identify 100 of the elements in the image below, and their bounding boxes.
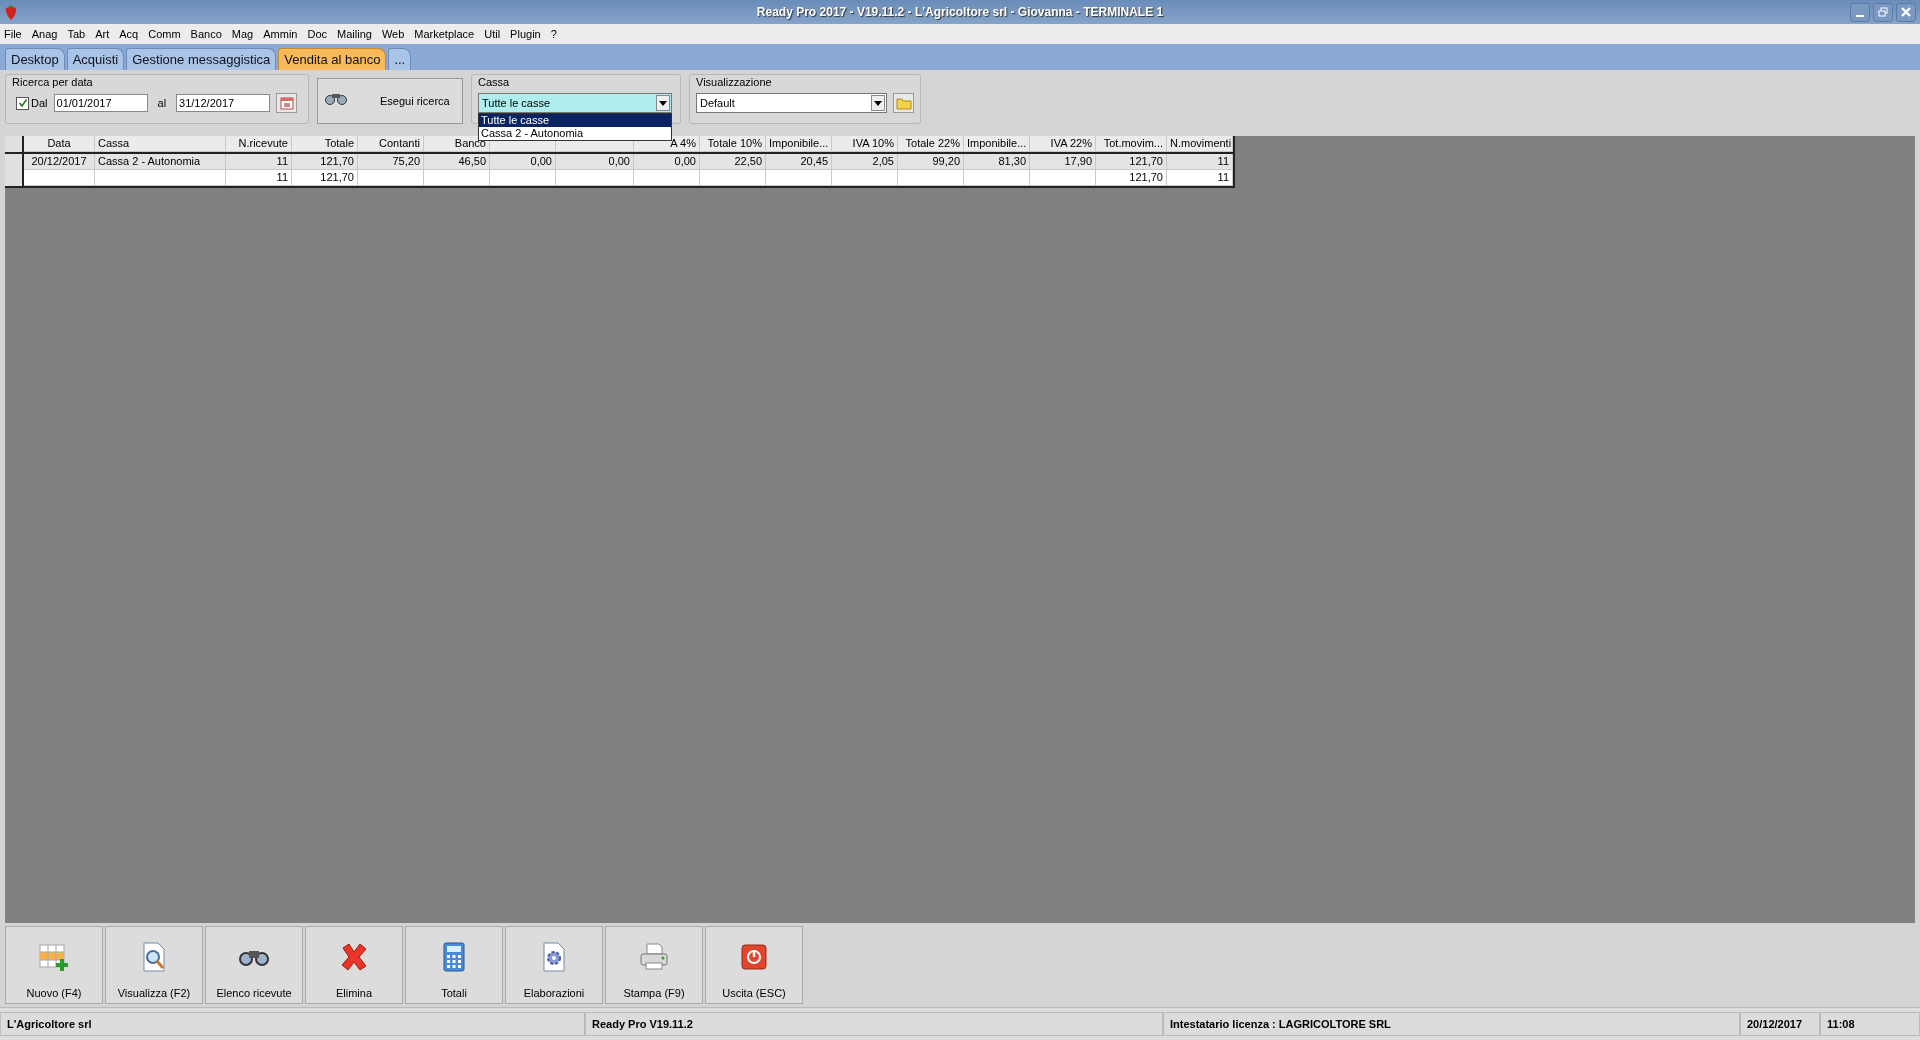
column-header[interactable]: Totale 22% <box>898 136 964 152</box>
minimize-button[interactable] <box>1850 2 1870 22</box>
menu-item[interactable]: Mag <box>231 28 254 40</box>
toolbar-button[interactable]: Stampa (F9) <box>605 926 703 1004</box>
table-cell: 121,70 <box>1129 155 1163 167</box>
row-header-cell[interactable] <box>5 170 24 186</box>
table-cell: 11 <box>276 171 288 183</box>
table-cell: 22,50 <box>734 155 762 167</box>
table-cell: 20,45 <box>800 155 828 167</box>
restore-icon <box>1877 6 1889 18</box>
minimize-icon <box>1856 15 1864 17</box>
table-cell: 0,00 <box>530 155 552 167</box>
status-text: 20/12/2017 <box>1747 1018 1803 1030</box>
column-header[interactable]: Totale <box>292 136 358 152</box>
menu-item[interactable]: File <box>4 28 22 40</box>
tab[interactable]: Desktop <box>5 48 65 70</box>
column-header[interactable]: Cassa <box>95 136 226 152</box>
table-cell: 11 <box>1217 171 1229 183</box>
menu-item[interactable]: Tab <box>67 28 86 40</box>
table-cell: 81,30 <box>998 155 1026 167</box>
column-header[interactable]: Data <box>24 136 95 152</box>
table-cell: 0,00 <box>608 155 630 167</box>
menu-item[interactable]: ? <box>550 28 557 40</box>
tab[interactable]: Acquisti <box>66 48 125 70</box>
table-cell: 11 <box>276 155 288 167</box>
view-dropdown[interactable]: Default <box>696 93 888 113</box>
group-title: Cassa <box>478 76 510 88</box>
table-cell: 75,20 <box>392 155 420 167</box>
grid-plus-icon <box>38 941 70 973</box>
from-label: Dal <box>31 97 48 109</box>
to-date-field[interactable]: 31/12/2017 <box>176 94 271 112</box>
window-title: Ready Pro 2017 - V19.11.2 - L'Agricoltore srl - Giovanna - TERMINALE 1 <box>755 5 1165 19</box>
column-header[interactable]: N.movimenti <box>1167 136 1233 152</box>
group-title: Visualizzazione <box>696 76 772 88</box>
strawberry-icon <box>4 4 18 20</box>
table-cell: 0,00 <box>674 155 696 167</box>
menu-item[interactable]: Banco <box>190 28 222 40</box>
menu-item[interactable]: Anag <box>31 28 58 40</box>
close-button[interactable] <box>1896 2 1916 22</box>
tab[interactable]: Gestione messaggistica <box>126 48 277 70</box>
toolbar-button[interactable]: Uscita (ESC) <box>705 926 803 1004</box>
column-header[interactable]: N.ricevute <box>226 136 292 152</box>
toolbar-button[interactable]: Visualizza (F2) <box>105 926 203 1004</box>
menu-item[interactable]: Web <box>381 28 405 40</box>
table-cell: 46,50 <box>458 155 486 167</box>
column-header[interactable]: Tot.movim... <box>1096 136 1167 152</box>
toolbar-button[interactable]: Totali <box>405 926 503 1004</box>
table-cell: 2,05 <box>872 155 894 167</box>
table-cell: 20/12/2017 <box>31 155 87 167</box>
row-header-cell[interactable] <box>5 154 24 170</box>
menu-item[interactable]: Art <box>95 28 110 40</box>
toolbar-button[interactable]: Elenco ricevute <box>205 926 303 1004</box>
from-date-field[interactable]: 01/01/2017 <box>53 94 148 112</box>
dropdown-option[interactable]: Tutte le casse <box>479 114 671 127</box>
to-label: al <box>157 97 167 109</box>
power-icon <box>738 941 770 973</box>
search-button[interactable]: Esegui ricerca <box>317 78 463 124</box>
table-cell: 11 <box>1217 155 1229 167</box>
toolbar-button[interactable]: Nuovo (F4) <box>5 926 103 1004</box>
calendar-button[interactable] <box>276 93 298 113</box>
tab[interactable]: Vendita al banco <box>278 48 387 70</box>
column-header[interactable]: Banco <box>424 136 490 152</box>
status-text: Intestatario licenza : LAGRICOLTORE SRL <box>1170 1018 1391 1030</box>
column-header[interactable]: Contanti <box>358 136 424 152</box>
column-header[interactable]: IVA 10% <box>832 136 898 152</box>
table-cell: Cassa 2 - Autonomia <box>98 155 201 167</box>
menu-item[interactable]: Ammin <box>263 28 298 40</box>
table-cell: 99,20 <box>932 155 960 167</box>
caret-icon <box>659 100 667 106</box>
tab[interactable]: ... <box>388 48 412 70</box>
table-cell: 121,70 <box>320 155 354 167</box>
column-header[interactable]: Imponibile... <box>766 136 832 152</box>
menu-item[interactable]: Mailing <box>337 28 372 40</box>
caret-icon <box>874 100 883 106</box>
table-cell: 121,70 <box>1129 171 1163 183</box>
menu-item[interactable]: Doc <box>307 28 327 40</box>
status-text: Ready Pro V19.11.2 <box>592 1018 693 1030</box>
printer-icon <box>638 941 670 973</box>
table-cell: 121,70 <box>320 171 354 183</box>
menu-item[interactable]: Acq <box>119 28 139 40</box>
group-title: Ricerca per data <box>12 76 93 88</box>
checkbox[interactable] <box>16 96 29 110</box>
table-cell: 17,90 <box>1064 155 1092 167</box>
column-header[interactable]: Imponibile... <box>964 136 1030 152</box>
cassa-dropdown[interactable]: Tutte le casse <box>478 93 672 113</box>
menu-item[interactable]: Marketplace <box>414 28 475 40</box>
close-icon <box>1900 6 1912 18</box>
menu-item[interactable]: Util <box>484 28 501 40</box>
table-row[interactable]: 11 121,70 121,70 11 <box>5 170 1233 186</box>
status-text: 11:08 <box>1827 1018 1855 1030</box>
menu-item[interactable]: Comm <box>148 28 181 40</box>
toolbar-button[interactable]: Elaborazioni <box>505 926 603 1004</box>
column-header[interactable]: IVA 22% <box>1030 136 1096 152</box>
table-row[interactable]: 20/12/2017 Cassa 2 - Autonomia 11 121,70 75,20 46,50 0,00 0,00 0,00 22,50 20,45 2,05 99,20 81,30 17,90 121,70 11 <box>5 154 1233 170</box>
binoculars-icon <box>324 91 348 105</box>
restore-button[interactable] <box>1873 2 1893 22</box>
toolbar-button[interactable]: Elimina <box>305 926 403 1004</box>
column-header[interactable]: Totale 10% <box>700 136 766 152</box>
status-text: L'Agricoltore srl <box>7 1018 92 1030</box>
menu-item[interactable]: Plugin <box>510 28 541 40</box>
